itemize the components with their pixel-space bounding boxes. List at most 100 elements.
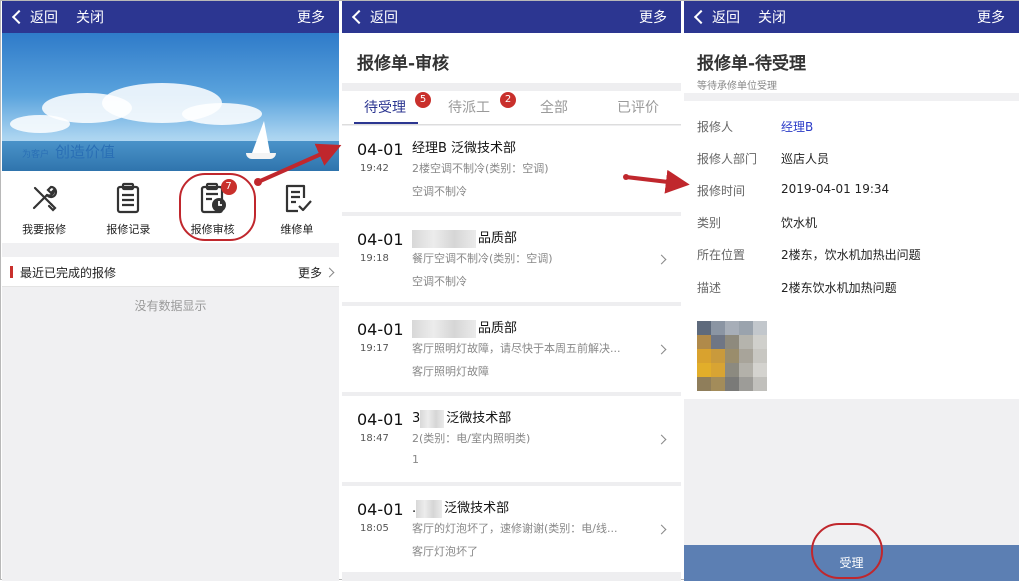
order-detail-panel: 返回 关闭 更多 报修单-待受理 等待承修单位受理 报修人 经理B 报修人部门 … — [684, 1, 1019, 581]
sailboat-icon — [252, 121, 270, 153]
item-summary: 空调不制冷 — [412, 275, 467, 288]
slogan-large: 创造价值 — [55, 143, 116, 161]
item-date: 04-01 — [357, 320, 404, 339]
item-title-prefix: 3 — [412, 411, 421, 426]
chevron-right-icon — [656, 344, 667, 355]
section-marker — [10, 266, 13, 278]
item-summary: 1 — [412, 453, 419, 466]
item-time: 18:05 — [360, 523, 389, 534]
nav-bar: 返回 更多 — [342, 1, 681, 33]
highlight-circle — [811, 523, 883, 579]
page-subtitle: 等待承修单位受理 — [697, 81, 777, 92]
back-button[interactable]: 返回 — [350, 7, 398, 27]
field-value: 2楼东饮水机加热问题 — [781, 281, 897, 295]
chevron-left-icon — [11, 9, 27, 25]
field-row-department: 报修人部门 巡店人员 — [684, 141, 1019, 173]
boat-hull-shape — [246, 153, 276, 159]
tab-pending-accept[interactable]: 待受理 — [364, 97, 406, 117]
slogan-small: 为客户 — [22, 150, 50, 160]
item-description-prefix: 2 — [412, 432, 419, 445]
page-title: 报修单-审核 — [357, 54, 450, 74]
back-button[interactable]: 返回 — [692, 7, 740, 27]
section-more-label: 更多 — [297, 266, 322, 280]
tab-rated[interactable]: 已评价 — [617, 97, 659, 117]
item-summary: 客厅灯泡坏了 — [412, 545, 478, 558]
detail-card: 报修人 经理B 报修人部门 巡店人员 报修时间 2019-04-01 19:34… — [684, 101, 1019, 399]
tab-label: 已评价 — [617, 100, 659, 116]
list-item[interactable]: 04-01 19:18 品质部 餐厅空调不制冷(类别：空调) 空调不制冷 — [342, 216, 681, 302]
home-panel: 返回 关闭 更多 为客户 创造价值 我要报修 报修记录 7 报修审核 维修单 最… — [2, 1, 339, 581]
tab-all[interactable]: 全部 — [540, 97, 568, 117]
attachment-photo[interactable] — [697, 321, 767, 391]
item-description-wrap: 2(类别：电/室内照明类) — [412, 430, 647, 446]
grid-item-repair-records[interactable]: 报修记录 — [86, 171, 170, 243]
reporter-link[interactable]: 经理B — [781, 118, 813, 135]
recent-completed-header: 最近已完成的报修 更多 — [2, 257, 339, 287]
field-row-reporter: 报修人 经理B — [684, 109, 1019, 141]
back-label: 返回 — [370, 10, 398, 26]
more-button[interactable]: 更多 — [639, 7, 667, 27]
field-label: 描述 — [697, 281, 722, 295]
chevron-right-icon — [656, 434, 667, 445]
field-value: 2019-04-01 19:34 — [781, 182, 890, 196]
item-date: 04-01 — [357, 140, 404, 159]
page-title-bar: 报修单-待受理 等待承修单位受理 — [684, 33, 1019, 93]
back-label: 返回 — [712, 10, 740, 26]
item-date: 04-01 — [357, 500, 404, 519]
wrench-screwdriver-icon — [33, 185, 58, 212]
list-item[interactable]: 04-01 19:17 品质部 客厅照明灯故障，请尽快于本周五前解决... 客厅… — [342, 306, 681, 392]
item-title-wrap: 品质部 — [412, 317, 517, 338]
close-button[interactable]: 关闭 — [758, 7, 786, 27]
section-more-link[interactable]: 更多 — [297, 264, 335, 281]
field-row-time: 报修时间 2019-04-01 19:34 — [684, 173, 1019, 205]
back-label: 返回 — [30, 10, 58, 26]
item-title: 经理B 泛微技术部 — [412, 141, 517, 156]
list-item[interactable]: 04-01 18:05 . 泛微技术部 客厅的灯泡坏了，速修谢谢(类别：电/线..… — [342, 486, 681, 572]
tab-label: 全部 — [540, 100, 568, 116]
field-row-description: 描述 2楼东饮水机加热问题 — [684, 270, 1019, 302]
list-item[interactable]: 04-01 18:47 3 泛微技术部 2(类别：电/室内照明类) 1 — [342, 396, 681, 482]
item-title: 品质部 — [478, 231, 518, 246]
item-title-wrap: 品质部 — [412, 227, 517, 248]
more-button[interactable]: 更多 — [977, 7, 1005, 27]
item-title: 泛微技术部 — [444, 501, 510, 516]
chevron-left-icon — [693, 9, 709, 25]
active-tab-indicator — [354, 122, 418, 124]
grid-item-work-order[interactable]: 维修单 — [255, 171, 339, 243]
banner-image: 为客户 创造价值 — [2, 33, 339, 171]
blurred-name — [412, 229, 476, 248]
item-summary: 空调不制冷 — [412, 185, 467, 198]
cloud-shape — [10, 115, 70, 133]
item-date: 04-01 — [357, 410, 404, 429]
cloud-shape — [182, 103, 262, 125]
item-summary: 客厅照明灯故障 — [412, 365, 489, 378]
close-button[interactable]: 关闭 — [76, 7, 104, 27]
grid-item-report-repair[interactable]: 我要报修 — [2, 171, 86, 243]
item-time: 19:18 — [360, 253, 389, 264]
item-description: 餐厅空调不制冷(类别：空调) — [412, 252, 553, 265]
chevron-right-icon — [656, 254, 667, 265]
chevron-right-icon — [324, 267, 335, 278]
status-tabs: 待受理 5 待派工 2 全部 已评价 — [342, 91, 681, 125]
blurred-name — [420, 409, 445, 428]
field-label: 报修时间 — [697, 184, 746, 198]
field-label: 报修人 — [697, 120, 734, 134]
tab-label: 待派工 — [448, 100, 490, 116]
item-time: 19:42 — [360, 163, 389, 174]
nav-bar: 返回 关闭 更多 — [684, 1, 1019, 33]
page-title: 报修单-待受理 — [697, 54, 807, 74]
list-item[interactable]: 04-01 19:42 经理B 泛微技术部 2楼空调不制冷(类别：空调) 空调不… — [342, 126, 681, 212]
item-description: (类别：电/室内照明类) — [419, 432, 531, 445]
item-description: 2楼空调不制冷(类别：空调) — [412, 162, 549, 175]
tab-count-badge: 2 — [500, 92, 516, 108]
field-row-location: 所在位置 2楼东，饮水机加热出问题 — [684, 237, 1019, 269]
tab-pending-dispatch[interactable]: 待派工 — [448, 97, 490, 117]
screenshot-frame: 返回 关闭 更多 为客户 创造价值 我要报修 报修记录 7 报修审核 维修单 最… — [0, 0, 1019, 581]
item-title-wrap: 3 泛微技术部 — [412, 407, 511, 428]
field-row-category: 类别 饮水机 — [684, 205, 1019, 237]
grid-item-label: 维修单 — [280, 223, 314, 236]
more-button[interactable]: 更多 — [297, 7, 325, 27]
blurred-name — [412, 319, 476, 338]
item-date: 04-01 — [357, 230, 404, 249]
back-button[interactable]: 返回 — [10, 7, 58, 27]
